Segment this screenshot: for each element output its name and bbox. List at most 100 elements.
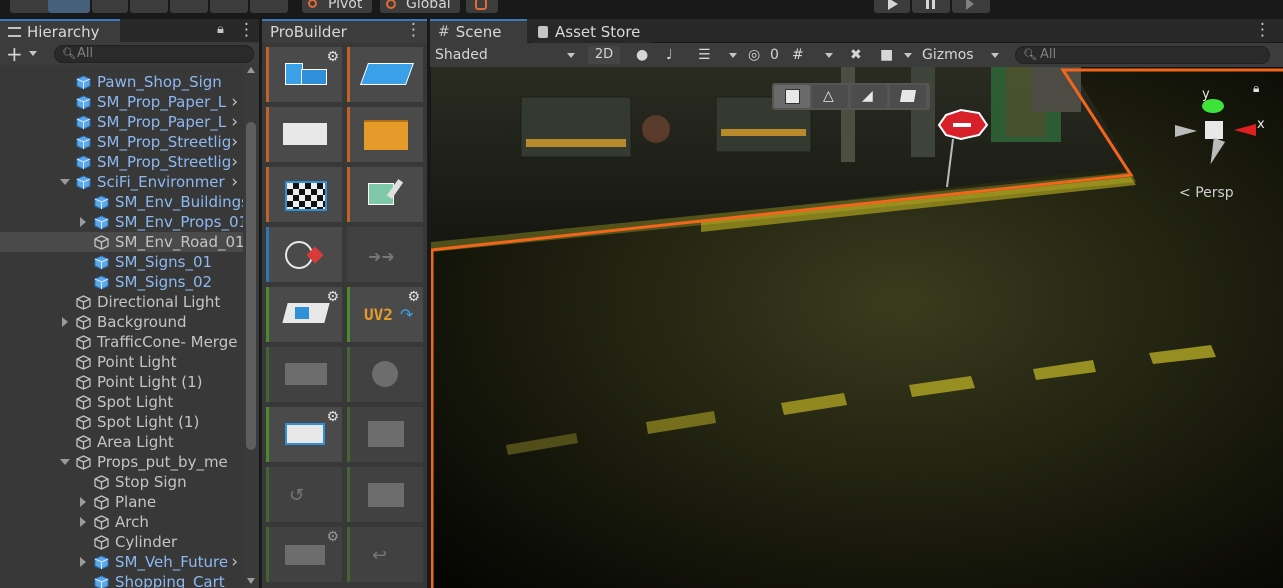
hierarchy-row[interactable]: SM_Prop_Streetlig ›	[0, 132, 243, 152]
axis-y-handle[interactable]	[1202, 99, 1224, 113]
gear-icon[interactable]: ⚙	[326, 529, 339, 545]
hidden-objects-icon[interactable]: ◎	[748, 46, 764, 64]
2d-toggle[interactable]: 2D	[588, 46, 620, 64]
triangulate-button[interactable]: ↩	[347, 527, 423, 582]
grid-toggle-icon[interactable]: #	[792, 46, 810, 64]
snap-increment-button[interactable]	[466, 0, 498, 13]
hierarchy-row[interactable]: SM_Prop_Paper_L ›	[0, 112, 243, 132]
add-dropdown-arrow-icon[interactable]	[29, 51, 37, 56]
generate-uv2-button[interactable]: ⚙ UV2 ↷	[347, 287, 423, 342]
flip-normals-button[interactable]	[347, 407, 423, 462]
fold-closed-icon[interactable]	[80, 557, 86, 567]
scene-menu-icon[interactable]: ⋮	[1254, 20, 1271, 40]
panel-divider[interactable]	[427, 19, 430, 588]
custom-tool-button[interactable]	[250, 0, 288, 13]
export-button[interactable]	[266, 347, 342, 402]
open-prefab-arrow-icon[interactable]: ›	[231, 152, 238, 172]
pivot-toggle[interactable]: Pivot	[302, 0, 372, 13]
tab-hierarchy[interactable]: Hierarchy	[0, 19, 120, 43]
fold-open-icon[interactable]	[60, 459, 70, 465]
new-poly-shape-button[interactable]	[347, 47, 423, 102]
hierarchy-row[interactable]: SM_Signs_01	[0, 252, 243, 272]
gizmo-center-cube[interactable]	[1205, 121, 1223, 139]
select-hidden-button[interactable]: ⚙	[266, 287, 342, 342]
axis-neg-y-handle[interactable]	[1204, 137, 1226, 167]
pause-button[interactable]	[912, 0, 950, 13]
audio-toggle-icon[interactable]: ♩	[666, 46, 682, 64]
scale-tool-button[interactable]	[130, 0, 168, 13]
hierarchy-row[interactable]: SM_Signs_02	[0, 272, 243, 292]
material-editor-button[interactable]	[347, 107, 423, 162]
hierarchy-row[interactable]: Spot Light	[0, 392, 243, 412]
effects-toggle-icon[interactable]: ☰	[698, 46, 714, 64]
hierarchy-row[interactable]: SM_Prop_Streetlig ›	[0, 152, 243, 172]
tools-icon[interactable]: ✖	[850, 46, 866, 64]
hierarchy-row[interactable]: Props_put_by_me	[0, 452, 243, 472]
fold-open-icon[interactable]	[60, 179, 70, 185]
camera-dropdown-icon[interactable]	[904, 53, 912, 58]
edge-mode-button[interactable]: ◢	[851, 85, 887, 108]
scene-viewport[interactable]: △ ◢ 🔒︎ y x < Persp	[431, 67, 1283, 588]
gizmos-dropdown-icon[interactable]	[991, 53, 999, 58]
open-prefab-arrow-icon[interactable]: ›	[231, 172, 238, 192]
scroll-up-icon[interactable]	[247, 67, 255, 73]
camera-icon[interactable]: ■	[880, 46, 898, 64]
scroll-down-icon[interactable]	[247, 578, 255, 584]
scene-search-input[interactable]: 🔍︎ All	[1015, 46, 1270, 64]
hierarchy-row[interactable]: Stop Sign	[0, 472, 243, 492]
shading-mode-dropdown[interactable]: Shaded	[430, 46, 580, 64]
rotate-tool-button[interactable]	[92, 0, 128, 13]
new-shape-button[interactable]: ⚙	[266, 47, 342, 102]
hierarchy-row[interactable]: Cylinder	[0, 532, 243, 552]
open-prefab-arrow-icon[interactable]: ›	[231, 112, 238, 132]
lock-icon[interactable]: 🔒︎	[217, 22, 224, 37]
grid-dropdown-icon[interactable]	[825, 53, 833, 58]
gear-icon[interactable]: ⚙	[407, 289, 420, 305]
global-toggle[interactable]: Global	[380, 0, 460, 13]
step-button[interactable]	[952, 0, 990, 13]
gizmos-toggle[interactable]: Gizmos	[920, 46, 982, 64]
hierarchy-row[interactable]: Spot Light (1)	[0, 412, 243, 432]
effects-dropdown-icon[interactable]	[729, 53, 737, 58]
open-prefab-arrow-icon[interactable]: ›	[231, 132, 238, 152]
center-pivot-button[interactable]	[347, 347, 423, 402]
hierarchy-row[interactable]: SciFi_Environmer ›	[0, 172, 243, 192]
fold-closed-icon[interactable]	[80, 217, 86, 227]
hierarchy-row[interactable]: Plane	[0, 492, 243, 512]
hierarchy-row[interactable]: SM_Prop_Paper_L ›	[0, 92, 243, 112]
move-tool-button[interactable]	[48, 0, 90, 13]
add-object-button[interactable]: +	[6, 42, 23, 66]
uv-editor-button[interactable]	[266, 167, 342, 222]
fold-closed-icon[interactable]	[80, 497, 86, 507]
rect-tool-button[interactable]	[170, 0, 208, 13]
hierarchy-row[interactable]: TrafficCone- Merge	[0, 332, 243, 352]
fold-closed-icon[interactable]	[62, 317, 68, 327]
hierarchy-row[interactable]: SM_Veh_Future ›	[0, 552, 243, 572]
orientation-gizmo[interactable]: 🔒︎ y x	[1169, 77, 1269, 187]
vertex-colors-button[interactable]	[347, 167, 423, 222]
gizmo-lock-icon[interactable]: 🔒︎	[1253, 81, 1259, 96]
merge-objects-button[interactable]: ↺	[266, 467, 342, 522]
axis-neg-x-handle[interactable]	[1175, 125, 1197, 137]
hierarchy-row[interactable]: Point Light	[0, 352, 243, 372]
hierarchy-row[interactable]: SM_Env_Buildings	[0, 192, 243, 212]
hierarchy-row[interactable]: SM_Env_Road_01	[0, 232, 243, 252]
open-prefab-arrow-icon[interactable]: ›	[231, 92, 238, 112]
tab-probuilder[interactable]: ProBuilder	[262, 19, 427, 43]
face-mode-button[interactable]	[890, 85, 926, 108]
hierarchy-scrollbar[interactable]	[244, 64, 258, 588]
object-mode-button[interactable]	[774, 85, 810, 108]
hierarchy-scroll-thumb[interactable]	[246, 122, 256, 450]
hierarchy-menu-icon[interactable]: ⋮	[238, 20, 255, 40]
lighting-toggle-icon[interactable]: ●	[636, 46, 652, 64]
vertex-mode-button[interactable]: △	[812, 85, 848, 108]
hierarchy-search-input[interactable]: 🔍︎ All	[54, 45, 254, 63]
hierarchy-row[interactable]: SM_Env_Props_01	[0, 212, 243, 232]
mirror-objects-button[interactable]	[347, 467, 423, 522]
select-path-button[interactable]: ➜➜	[347, 227, 423, 282]
tab-asset-store[interactable]: Asset Store	[530, 19, 650, 43]
hierarchy-row[interactable]: Shopping_Cart	[0, 572, 243, 588]
hierarchy-row[interactable]: Point Light (1)	[0, 372, 243, 392]
projection-toggle[interactable]: < Persp	[1179, 185, 1234, 201]
hierarchy-row[interactable]: Directional Light	[0, 292, 243, 312]
